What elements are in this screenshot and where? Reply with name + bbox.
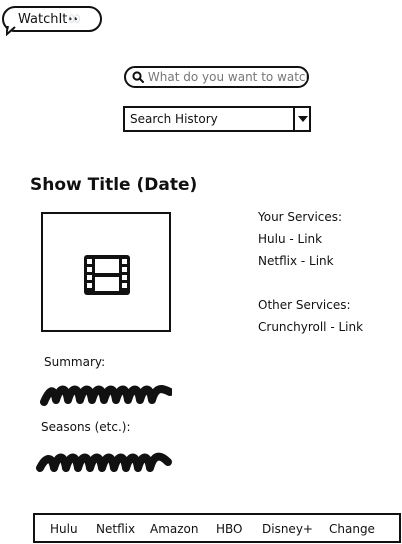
hulu-service-link[interactable]: Hulu - Link <box>258 232 322 246</box>
dropdown-divider <box>293 108 295 130</box>
netflix-service-link[interactable]: Netflix - Link <box>258 254 334 268</box>
nav-hbo[interactable]: HBO <box>216 522 243 536</box>
search-bar[interactable] <box>124 66 309 88</box>
seasons-label: Seasons (etc.): <box>41 420 131 434</box>
magnifier-icon <box>132 70 146 84</box>
nav-disney[interactable]: Disney+ <box>262 522 313 536</box>
eyes-icon: 👀 <box>68 14 81 25</box>
seasons-text-placeholder <box>36 452 172 472</box>
nav-amazon[interactable]: Amazon <box>150 522 199 536</box>
speech-bubble-tail <box>6 26 16 36</box>
poster-placeholder <box>41 212 171 332</box>
nav-hulu[interactable]: Hulu <box>50 522 78 536</box>
bottom-nav-bar: Hulu Netflix Amazon HBO Disney+ Change <box>33 513 401 543</box>
search-history-dropdown[interactable]: Search History <box>123 106 311 132</box>
other-services-label: Other Services: <box>258 298 351 312</box>
nav-change[interactable]: Change <box>329 522 375 536</box>
dropdown-selected-value: Search History <box>130 112 218 126</box>
film-icon <box>84 255 130 295</box>
search-input[interactable] <box>145 70 307 84</box>
show-title: Show Title (Date) <box>30 175 198 195</box>
caret-down-icon[interactable] <box>298 116 308 123</box>
your-services-label: Your Services: <box>258 210 343 224</box>
summary-text-placeholder <box>40 385 172 406</box>
logo-text: WatchIt <box>18 12 68 27</box>
summary-label: Summary: <box>44 355 106 369</box>
nav-netflix[interactable]: Netflix <box>96 522 135 536</box>
crunchyroll-service-link[interactable]: Crunchyroll - Link <box>258 320 363 334</box>
